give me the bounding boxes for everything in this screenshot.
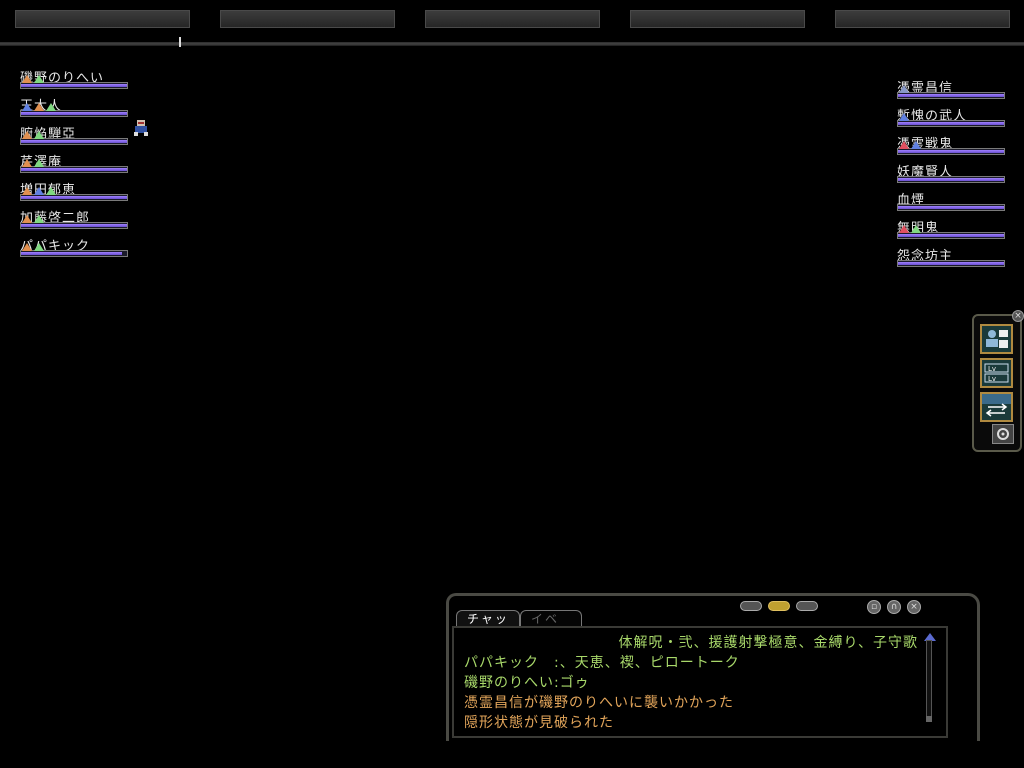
- orange-status-icon: [22, 243, 32, 251]
- ally-status-icons: [22, 215, 44, 225]
- green-status-icon: [34, 215, 44, 223]
- orange-status-icon: [22, 187, 32, 195]
- enemy-hp-fill: [898, 206, 1004, 209]
- orange-status-icon: [22, 159, 32, 167]
- command-slot-1[interactable]: [15, 10, 190, 28]
- command-slot-2[interactable]: [220, 10, 395, 28]
- settings-button[interactable]: [992, 424, 1014, 444]
- enemy-entry[interactable]: 憑霊戦鬼: [897, 133, 1007, 161]
- enemy-hp-bar: [897, 204, 1005, 211]
- ally-entry[interactable]: 芹澤庵: [20, 151, 130, 179]
- ally-entry[interactable]: 磯野のりへい: [20, 67, 130, 95]
- tab-event[interactable]: イベント: [520, 610, 582, 642]
- ally-entry[interactable]: 増田郁恵: [20, 179, 130, 207]
- timeline-rail: [0, 42, 1024, 46]
- enemy-entry[interactable]: 慙愧の武人: [897, 105, 1007, 133]
- enemy-entry[interactable]: 血煙: [897, 189, 1007, 217]
- enemy-entry[interactable]: 無明鬼: [897, 217, 1007, 245]
- character-status-icon: [986, 330, 1008, 348]
- chat-close-icon[interactable]: ×: [907, 600, 921, 614]
- ally-status-icons: [22, 159, 44, 169]
- chat-lock-icon[interactable]: ∩: [887, 600, 901, 614]
- level-button[interactable]: Lv Lv: [980, 358, 1013, 388]
- ally-status-icons: [22, 103, 56, 113]
- green-status-icon: [911, 225, 921, 233]
- chat-minimize-icon[interactable]: ▫: [867, 600, 881, 614]
- enemy-entry[interactable]: 怨念坊主: [897, 245, 1007, 273]
- level-label-1: Lv: [988, 365, 996, 373]
- chat-mode-toggle-2[interactable]: [768, 601, 790, 611]
- ally-entry[interactable]: 加藤啓二郎: [20, 207, 130, 235]
- chat-log: 体解呪・弐、援護射撃極意、金縛り、子守歌パパキック :、天恵、禊、ピロートーク磯…: [464, 633, 924, 733]
- blue-status-icon: [911, 141, 921, 149]
- chat-line: 憑霊昌信が磯野のりへいに襲いかかった: [464, 695, 734, 711]
- chat-line: 体解呪・弐、援護射撃極意、金縛り、子守歌: [618, 635, 918, 651]
- command-slot-5[interactable]: [835, 10, 1010, 28]
- green-status-icon: [46, 103, 56, 111]
- enemy-status-icons: [899, 113, 909, 123]
- enemy-hp-fill: [898, 122, 1004, 125]
- command-slot-3[interactable]: [425, 10, 600, 28]
- character-status-button[interactable]: [980, 324, 1013, 354]
- enemy-entry[interactable]: 憑霊昌信: [897, 77, 1007, 105]
- enemy-status-icons: [899, 225, 921, 235]
- enemy-hp-fill: [898, 94, 1004, 97]
- green-status-icon: [34, 159, 44, 167]
- chat-line: 磯野のりへい:ゴゥ: [464, 675, 590, 691]
- ally-status-icons: [22, 131, 44, 141]
- settings-icon: [997, 428, 1009, 440]
- enemy-hp-bar: [897, 260, 1005, 267]
- tab-chat[interactable]: チャット: [456, 610, 520, 642]
- enemy-status-icons: [899, 141, 921, 151]
- green-status-icon: [34, 131, 44, 139]
- chat-mode-toggle-1[interactable]: [740, 601, 762, 611]
- chat-menu-toggle[interactable]: [796, 601, 818, 611]
- red-status-icon: [899, 141, 909, 149]
- ally-entry[interactable]: 腑焔騨亞: [20, 123, 130, 151]
- chat-scrollbar[interactable]: [926, 640, 932, 720]
- swap-icon: [982, 394, 1011, 417]
- green-status-icon: [34, 75, 44, 83]
- orange-status-icon: [34, 103, 44, 111]
- blue-status-icon: [899, 113, 909, 121]
- ally-entry[interactable]: パパキック: [20, 235, 130, 263]
- orange-status-icon: [22, 75, 32, 83]
- chat-line: パパキック :、天恵、禊、ピロートーク: [464, 655, 740, 671]
- red-status-icon: [899, 225, 909, 233]
- scroll-down-icon[interactable]: [926, 716, 932, 722]
- enemy-hp-bar: [897, 176, 1005, 183]
- player-sprite: [134, 120, 148, 136]
- green-status-icon: [34, 243, 44, 251]
- orange-status-icon: [22, 215, 32, 223]
- ally-status-icons: [22, 75, 44, 85]
- command-slot-4[interactable]: [630, 10, 805, 28]
- enemy-hp-bar: [897, 92, 1005, 99]
- enemy-hp-fill: [898, 262, 1004, 265]
- level-icon: Lv Lv: [984, 363, 1009, 383]
- enemy-status-icons: [899, 85, 909, 95]
- level-label-2: Lv: [988, 375, 996, 383]
- enemy-entry[interactable]: 妖魔賢人: [897, 161, 1007, 189]
- grey-status-icon: [899, 85, 909, 93]
- enemy-hp-fill: [898, 178, 1004, 181]
- ally-status-icons: [22, 243, 44, 253]
- ally-entry[interactable]: 王大人: [20, 95, 130, 123]
- enemy-hp-bar: [897, 120, 1005, 127]
- orange-status-icon: [22, 131, 32, 139]
- ally-status-icons: [22, 187, 56, 197]
- swap-button[interactable]: [980, 392, 1013, 422]
- blue-status-icon: [22, 103, 32, 111]
- side-menu-close-icon[interactable]: ×: [1012, 310, 1024, 322]
- green-status-icon: [46, 187, 56, 195]
- timeline-marker: [179, 37, 181, 47]
- chat-line: 隠形状態が見破られた: [464, 715, 614, 731]
- blue-status-icon: [34, 187, 44, 195]
